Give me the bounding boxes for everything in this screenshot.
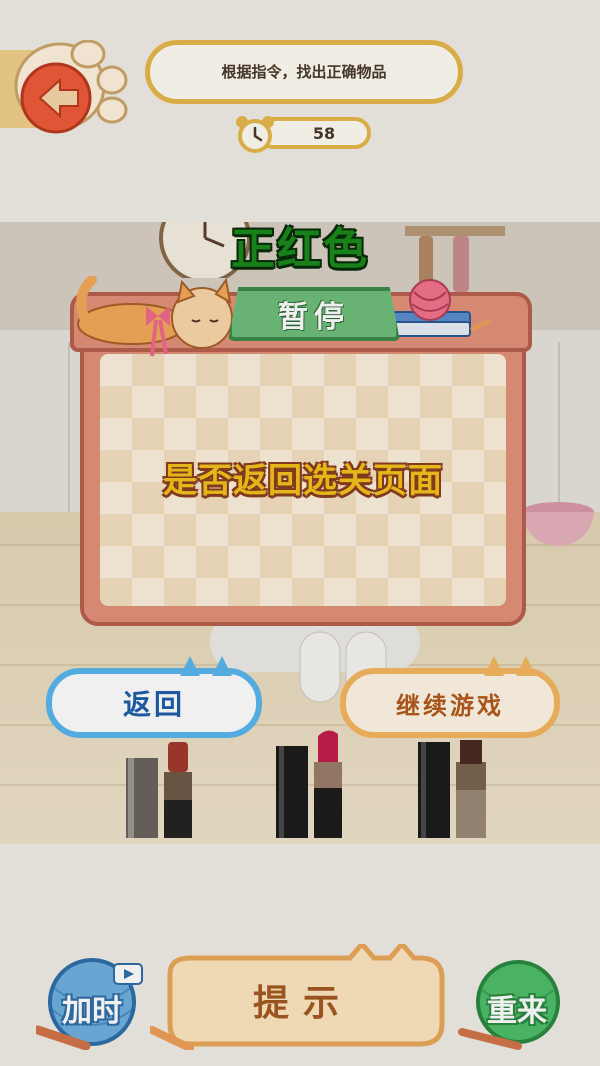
lipstick-item-1[interactable] <box>120 738 200 838</box>
hint-label: 提示 <box>252 983 353 1024</box>
continue-button-label: 继续游戏 <box>396 691 504 720</box>
sleeping-cat-decoration <box>76 276 233 357</box>
cat-ears-icon <box>484 656 536 676</box>
restart-label: 重来 <box>487 994 547 1029</box>
lipstick-item-2[interactable] <box>270 726 350 838</box>
pause-title: 暂停 <box>228 287 400 341</box>
books-and-yarn-decoration <box>389 279 492 337</box>
back-arrow-icon <box>0 39 128 134</box>
return-button-label: 返回 <box>122 688 185 721</box>
instruction-text: 根据指令，找出正确物品 <box>221 63 387 81</box>
dialog-panel: 是否返回选关页面 <box>100 354 506 606</box>
lipstick-item-3[interactable] <box>414 738 494 838</box>
return-button[interactable]: 返回 <box>46 668 262 738</box>
cat-ears-icon <box>180 656 232 676</box>
add-time-button[interactable]: 加时 <box>33 958 148 1051</box>
restart-button[interactable]: 重来 <box>458 960 576 1050</box>
add-time-label: 加时 <box>62 994 122 1029</box>
target-color-word: 正红色 <box>231 224 369 275</box>
back-button[interactable] <box>0 39 130 136</box>
cat-bowl-decoration <box>522 502 594 546</box>
alarm-clock-icon <box>236 116 274 153</box>
continue-game-button[interactable]: 继续游戏 <box>340 668 560 738</box>
hint-button[interactable]: 提示 <box>148 940 456 1052</box>
instruction-banner: 根据指令，找出正确物品 <box>145 40 463 104</box>
pause-dialog: 是否返回选关页面 <box>80 340 526 626</box>
dialog-message: 是否返回选关页面 <box>163 460 443 501</box>
timer: 58 <box>233 114 373 153</box>
